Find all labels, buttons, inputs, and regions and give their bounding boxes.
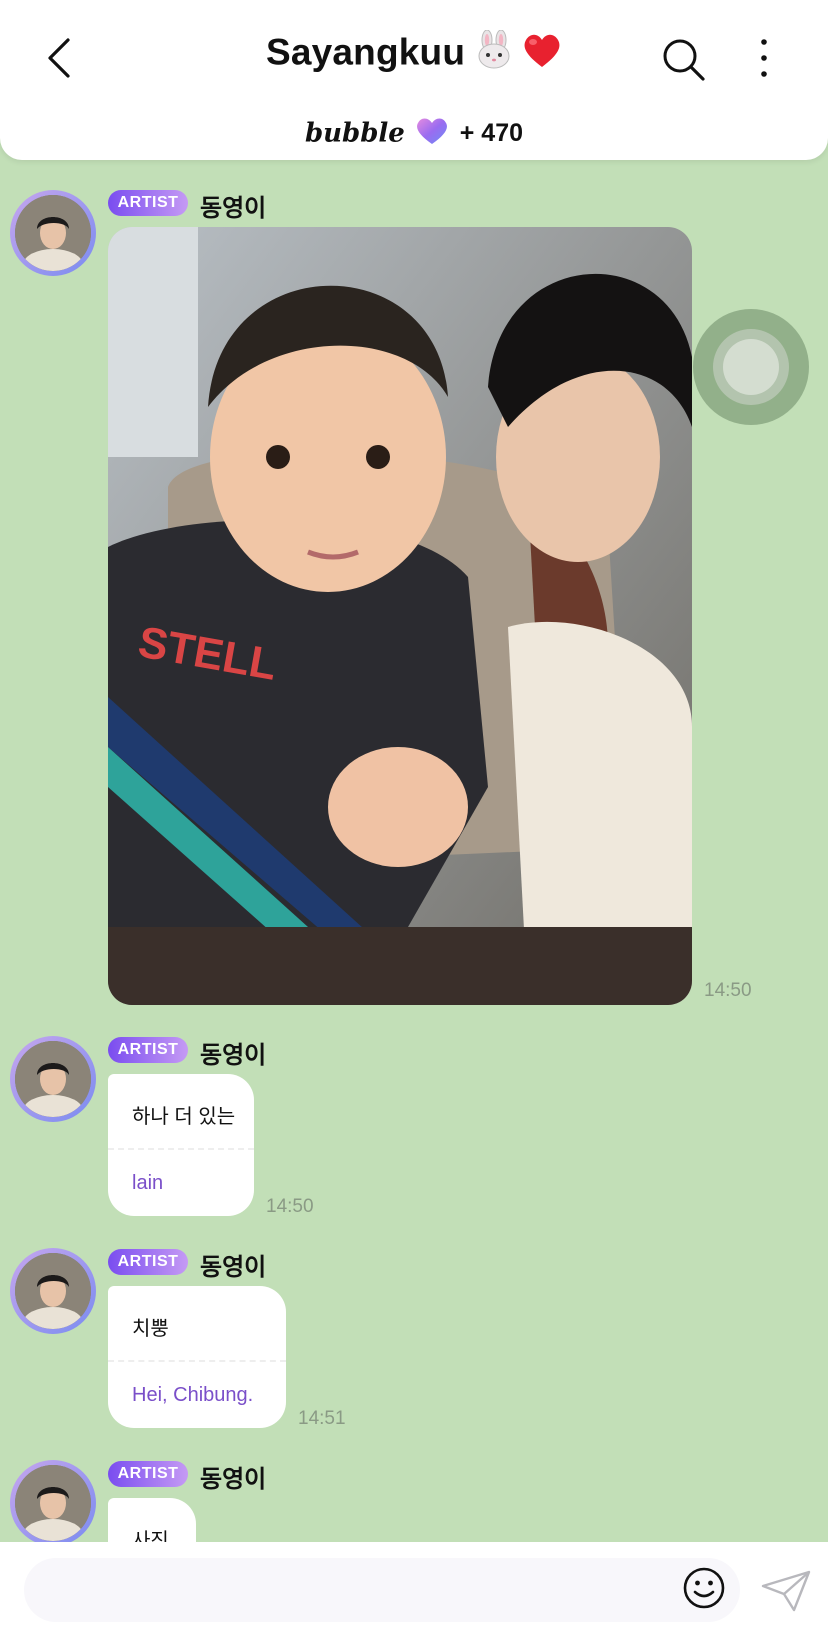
bubble-count: + 470 [459,119,524,147]
avatar-photo [15,1465,91,1541]
message-bubble[interactable]: 치뿡 Hei, Chibung. [108,1286,286,1428]
message-composer [0,1542,828,1626]
avatar-photo [15,1253,91,1329]
message-text: 치뿡 [132,1318,169,1340]
sender-name: 동영이 [200,1042,267,1069]
artist-avatar[interactable] [10,1036,96,1122]
sender-name: 동영이 [200,195,267,222]
message-bubble[interactable]: 하나 더 있는 lain [108,1074,254,1216]
sender-name: 동영이 [200,1466,267,1493]
sender-name: 동영이 [200,1254,267,1281]
bubble-logo: bubble [304,118,405,149]
artist-badge: ARTIST [108,1249,188,1275]
search-icon [663,39,705,81]
emoji-button[interactable] [682,1566,726,1610]
message-time: 14:51 [298,1408,346,1429]
message-input[interactable] [24,1558,740,1622]
artist-badge: ARTIST [108,1461,188,1487]
send-button[interactable] [760,1568,812,1614]
smiley-icon [683,1567,725,1609]
bubble-heart-icon [415,116,449,151]
avatar-photo [15,195,91,271]
more-options-button[interactable] [752,36,776,80]
message-divider [108,1148,254,1150]
message-divider [108,1360,286,1362]
message-translation: Hei, Chibung. [132,1384,254,1406]
artist-badge: ARTIST [108,190,188,216]
message-text: 하나 더 있는 [132,1106,236,1128]
chat-header: Sayangkuu bubble + 470 [0,0,828,160]
chat-photo[interactable]: STELL [108,227,692,1005]
message-time: 14:50 [266,1196,314,1217]
rabbit-face-icon [474,29,514,75]
artist-avatar[interactable] [10,1460,96,1546]
message-translation: lain [132,1172,164,1194]
paper-plane-icon [761,1570,811,1612]
floating-action-button[interactable] [692,308,810,426]
artist-avatar[interactable] [10,190,96,276]
chat-title: Sayangkuu [265,31,466,73]
artist-badge: ARTIST [108,1037,188,1063]
message-time: 14:50 [704,980,752,1001]
red-heart-icon [522,31,562,74]
bubble-subscription-row[interactable]: bubble + 470 [0,116,828,151]
artist-avatar[interactable] [10,1248,96,1334]
more-vertical-icon [761,39,767,77]
avatar-photo [15,1041,91,1117]
search-button[interactable] [660,36,708,84]
